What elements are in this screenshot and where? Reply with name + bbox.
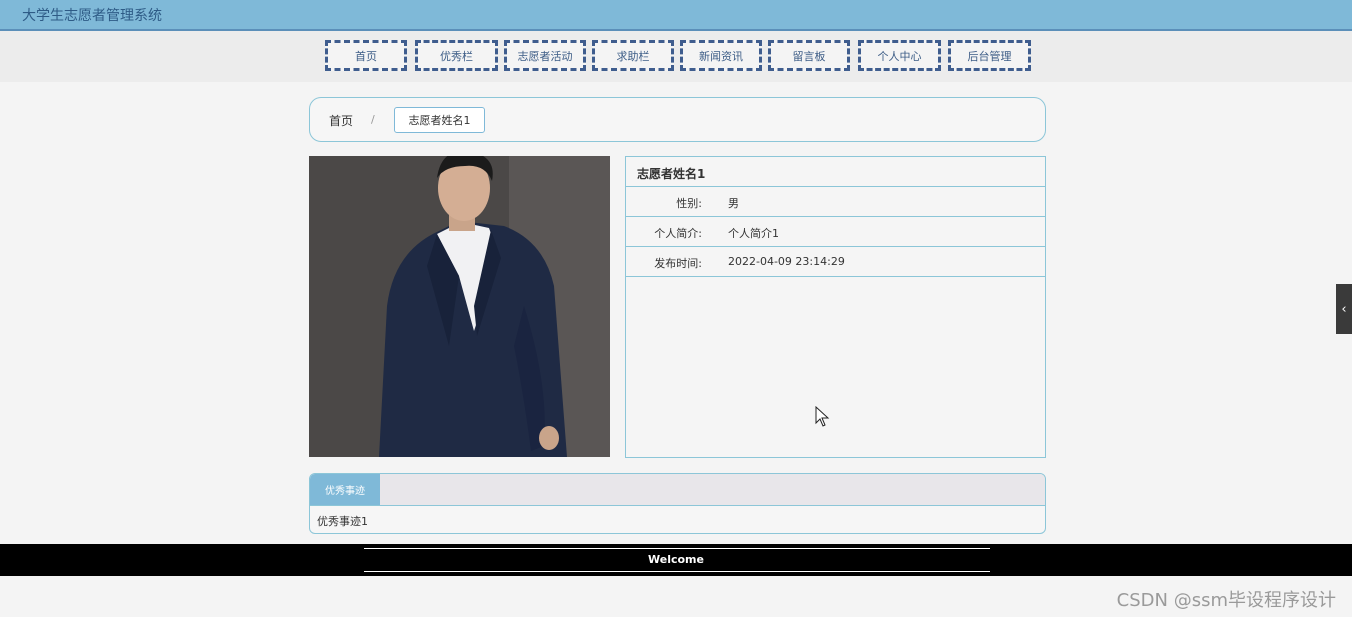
breadcrumb-home-link[interactable]: 首页: [329, 112, 353, 129]
nav-item-help[interactable]: 求助栏: [592, 40, 674, 71]
detail-row-intro: 个人简介: 个人简介1: [626, 217, 1045, 247]
breadcrumb-current: 志愿者姓名1: [394, 107, 485, 133]
publish-time-value: 2022-04-09 23:14:29: [728, 255, 845, 268]
detail-row-publish-time: 发布时间: 2022-04-09 23:14:29: [626, 247, 1045, 277]
detail-row-gender: 性别: 男: [626, 187, 1045, 217]
breadcrumb: 首页 / 志愿者姓名1: [309, 97, 1046, 142]
tab-content: 优秀事迹1: [317, 515, 368, 528]
side-panel-toggle[interactable]: ‹: [1336, 284, 1352, 334]
chevron-left-icon: ‹: [1341, 301, 1347, 317]
nav-item-volunteer-activities[interactable]: 志愿者活动: [504, 40, 586, 71]
volunteer-detail-panel: 志愿者姓名1 性别: 男 个人简介: 个人简介1 发布时间: 2022-04-0…: [625, 156, 1046, 458]
tab-strip: 优秀事迹: [310, 474, 1045, 506]
nav-item-excellent[interactable]: 优秀栏: [415, 40, 498, 71]
detail-name-row: 志愿者姓名1: [626, 157, 1045, 187]
volunteer-name: 志愿者姓名1: [637, 167, 706, 181]
gender-label: 性别:: [676, 197, 702, 210]
gender-value: 男: [728, 197, 739, 210]
person-photo-illustration: [309, 156, 610, 457]
nav-item-admin[interactable]: 后台管理: [948, 40, 1031, 71]
nav-item-message-board[interactable]: 留言板: [768, 40, 850, 71]
footer-welcome: Welcome: [648, 553, 704, 566]
site-title: 大学生志愿者管理系统: [22, 8, 162, 24]
nav-item-home[interactable]: 首页: [325, 40, 407, 71]
publish-time-label: 发布时间:: [654, 257, 702, 270]
tab-excellent-deeds[interactable]: 优秀事迹: [310, 474, 380, 505]
breadcrumb-separator: /: [371, 113, 375, 126]
nav-item-news[interactable]: 新闻资讯: [680, 40, 762, 71]
nav-item-personal-center[interactable]: 个人中心: [858, 40, 941, 71]
mouse-cursor-icon: [815, 406, 830, 427]
intro-label: 个人简介:: [654, 227, 702, 240]
footer-divider-top: [364, 548, 990, 549]
footer-divider-bottom: [364, 571, 990, 572]
top-header: 大学生志愿者管理系统: [0, 0, 1352, 31]
watermark: CSDN @ssm毕设程序设计: [1116, 590, 1336, 611]
footer: Welcome: [0, 544, 1352, 576]
tabs-panel: 优秀事迹 优秀事迹1: [309, 473, 1046, 534]
intro-value: 个人简介1: [728, 227, 779, 240]
volunteer-photo: [309, 156, 610, 457]
main-nav: 首页 优秀栏 志愿者活动 求助栏 新闻资讯 留言板 个人中心 后台管理: [0, 31, 1352, 82]
